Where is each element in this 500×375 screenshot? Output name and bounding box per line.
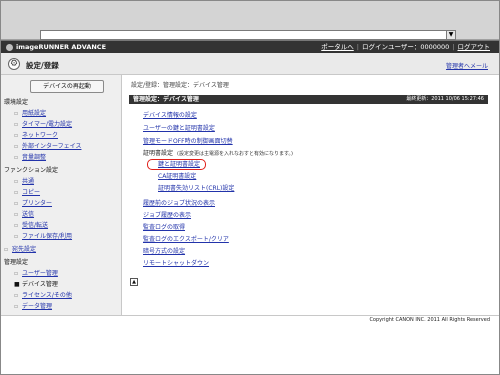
- separator: |: [452, 43, 455, 51]
- sidebar-item-device-management[interactable]: ■ デバイス管理: [14, 281, 58, 289]
- recent-job-status-link[interactable]: 履歴前のジョブ状況の表示: [143, 200, 215, 208]
- sidebar-item-label[interactable]: 外部インターフェイス: [22, 143, 81, 150]
- cert-settings-note: (設定変更は主電源を入れなおすと有効になります。): [177, 151, 293, 157]
- sidebar-item-copy[interactable]: ▫ コピー: [14, 189, 40, 197]
- last-updated: 最終更新：2011 10/06 15:27:46: [406, 96, 484, 102]
- settings-gear-icon: ⚙: [8, 58, 20, 70]
- remote-shutdown-link[interactable]: リモートシャットダウン: [143, 260, 209, 268]
- crl-settings-link[interactable]: 証明書失効リスト(CRL)設定: [158, 185, 234, 193]
- bullet-icon: ▫: [14, 178, 19, 185]
- device-info-link[interactable]: デバイス情報の設定: [143, 112, 197, 120]
- bullet-icon: ▫: [14, 110, 19, 117]
- chevron-down-icon[interactable]: ▼: [446, 31, 455, 39]
- copyright: Copyright CANON INC. 2011 All Rights Res…: [369, 317, 490, 323]
- key-cert-settings-link[interactable]: 鍵と証明書設定: [158, 161, 200, 169]
- sidebar: デバイスの再起動 環境設定 ▫ 用紙設定 ▫ タイマー/電力設定 ▫ ネットワーク ▫…: [0, 75, 122, 315]
- brand-name: imageRUNNER ADVANCE: [16, 43, 107, 51]
- bullet-icon: ▫: [14, 121, 19, 128]
- sidebar-item-timer[interactable]: ▫ タイマー/電力設定: [14, 121, 72, 129]
- sidebar-item-label[interactable]: コピー: [22, 189, 40, 196]
- main-content: 設定/登録：管理設定：デバイス管理 管理設定：デバイス管理 最終更新：2011 …: [123, 75, 490, 315]
- sidebar-item-file-store[interactable]: ▫ ファイル保存/利用: [14, 233, 72, 241]
- sidebar-item-label[interactable]: 送信: [22, 211, 34, 218]
- sidebar-item-label[interactable]: データ管理: [22, 303, 52, 310]
- brand-logo-icon: [6, 44, 13, 51]
- logout-link[interactable]: ログアウト: [458, 43, 491, 51]
- audit-log-export-link[interactable]: 監査ログのエクスポート/クリア: [143, 236, 229, 244]
- sidebar-item-label[interactable]: 共通: [22, 178, 34, 185]
- sidebar-item-label[interactable]: ユーザー管理: [22, 270, 58, 277]
- cert-settings-row: 証明書設定 (設定変更は主電源を入れなおすと有効になります。): [143, 150, 293, 158]
- sidebar-item-receive-forward[interactable]: ▫ 受信/転送: [14, 222, 48, 230]
- bullet-icon: ▫: [14, 211, 19, 218]
- sidebar-item-label[interactable]: ライセンス/その他: [22, 292, 72, 299]
- sidebar-item-destination[interactable]: ▫ 宛先設定: [4, 246, 36, 254]
- breadcrumb: 設定/登録：管理設定：デバイス管理: [131, 82, 229, 89]
- job-history-link[interactable]: ジョブ履歴の表示: [143, 212, 191, 220]
- page-title: 設定/登録: [26, 61, 59, 70]
- sidebar-item-label[interactable]: 音量調整: [22, 154, 46, 161]
- sidebar-item-label[interactable]: プリンター: [22, 200, 52, 207]
- header-links: ポータルへ | ログインユーザー：0000000 | ログアウト: [321, 43, 490, 51]
- bullet-icon: ▫: [14, 200, 19, 207]
- sidebar-item-label[interactable]: 用紙設定: [22, 110, 46, 117]
- back-to-top-icon[interactable]: ▲: [130, 278, 138, 286]
- bullet-icon: ▫: [14, 292, 19, 299]
- sidebar-item-network[interactable]: ▫ ネットワーク: [14, 132, 58, 140]
- sidebar-item-external-interface[interactable]: ▫ 外部インターフェイス: [14, 143, 81, 151]
- bullet-icon: ▫: [14, 189, 19, 196]
- bullet-icon: ▫: [14, 143, 19, 150]
- address-dropdown[interactable]: ▼: [40, 30, 456, 40]
- sidebar-item-paper[interactable]: ▫ 用紙設定: [14, 110, 46, 118]
- sidebar-item-data-management[interactable]: ▫ データ管理: [14, 303, 52, 311]
- mail-to-admin-link[interactable]: 管理者へメール: [446, 61, 488, 70]
- sidebar-item-volume[interactable]: ▫ 音量調整: [14, 154, 46, 162]
- restart-device-button[interactable]: デバイスの再起動: [30, 80, 104, 93]
- ca-cert-settings-link[interactable]: CA証明書設定: [158, 173, 196, 181]
- footer: Copyright CANON INC. 2011 All Rights Res…: [0, 315, 500, 325]
- bullet-icon: ▫: [4, 246, 9, 253]
- sidebar-item-label[interactable]: タイマー/電力設定: [22, 121, 72, 128]
- user-key-cert-link[interactable]: ユーザーの鍵と証明書設定: [143, 125, 215, 133]
- mgmt-off-switch-link[interactable]: 管理モードOFF時の制御画面切替: [143, 138, 233, 146]
- sidebar-heading-environment: 環境設定: [4, 99, 29, 106]
- sidebar-heading-function: ファンクション設定: [4, 167, 59, 174]
- sidebar-item-common[interactable]: ▫ 共通: [14, 178, 34, 186]
- separator: |: [356, 43, 359, 51]
- sidebar-heading-management: 管理設定: [4, 259, 29, 266]
- audit-log-get-link[interactable]: 監査ログの取得: [143, 224, 185, 232]
- app-header: imageRUNNER ADVANCE ポータルへ | ログインユーザー：00000…: [0, 40, 500, 53]
- sidebar-item-user-management[interactable]: ▫ ユーザー管理: [14, 270, 58, 278]
- sidebar-item-label[interactable]: ファイル保存/利用: [22, 233, 72, 240]
- title-bar: ⚙ 設定/登録 管理者へメール: [0, 53, 500, 75]
- sidebar-item-license[interactable]: ▫ ライセンス/その他: [14, 292, 72, 300]
- login-user-label: ログインユーザー：0000000: [361, 43, 450, 51]
- bullet-icon: ▫: [14, 233, 19, 240]
- bullet-icon: ▫: [14, 222, 19, 229]
- bullet-icon: ▫: [14, 270, 19, 277]
- sidebar-item-label[interactable]: デバイス管理: [22, 281, 58, 288]
- browser-window: ▼ imageRUNNER ADVANCE ポータルへ | ログインユーザー：000…: [0, 0, 500, 375]
- bullet-icon: ▫: [14, 132, 19, 139]
- section-header: 管理設定：デバイス管理 最終更新：2011 10/06 15:27:46: [129, 95, 488, 104]
- sidebar-item-label[interactable]: 宛先設定: [12, 246, 36, 253]
- section-title: 管理設定：デバイス管理: [133, 96, 199, 103]
- sidebar-item-printer[interactable]: ▫ プリンター: [14, 200, 52, 208]
- encryption-settings-link[interactable]: 暗号方式の設定: [143, 248, 185, 256]
- blank-area: [0, 326, 500, 375]
- portal-link[interactable]: ポータルへ: [321, 43, 354, 51]
- browser-toolbar-area: ▼: [0, 0, 500, 40]
- bullet-active-icon: ■: [14, 281, 20, 288]
- sidebar-item-label[interactable]: ネットワーク: [22, 132, 58, 139]
- cert-settings-label: 証明書設定: [143, 150, 174, 157]
- sidebar-item-label[interactable]: 受信/転送: [22, 222, 48, 229]
- sidebar-item-send[interactable]: ▫ 送信: [14, 211, 34, 219]
- bullet-icon: ▫: [14, 154, 19, 161]
- bullet-icon: ▫: [14, 303, 19, 310]
